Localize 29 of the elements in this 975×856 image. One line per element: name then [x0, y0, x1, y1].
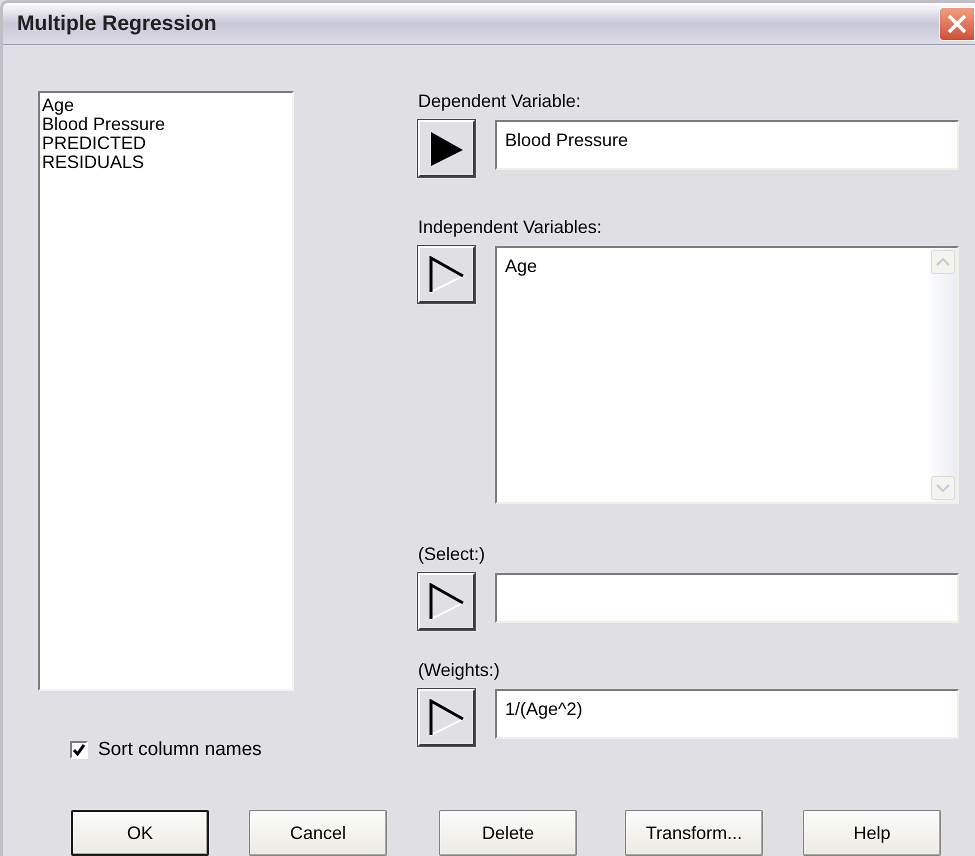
column-name[interactable]: RESIDUALS [42, 153, 290, 172]
column-name[interactable]: PREDICTED [42, 134, 290, 153]
dialog-button[interactable]: Cancel [249, 810, 387, 856]
close-icon [946, 12, 968, 34]
scrollbar[interactable] [929, 248, 957, 502]
checkbox[interactable] [70, 741, 88, 759]
dialog-button[interactable]: Help [803, 810, 941, 856]
add-arrow-button[interactable] [418, 573, 475, 630]
close-button[interactable] [939, 6, 975, 40]
field-label: (Select:) [418, 544, 486, 565]
field-label: Independent Variables: [418, 217, 603, 238]
add-arrow-button[interactable] [418, 246, 475, 303]
dialog-button[interactable]: Delete [439, 810, 577, 856]
scroll-down-icon [936, 484, 950, 492]
field-label: Dependent Variable: [418, 91, 582, 112]
checkbox-label: Sort column names [98, 739, 262, 761]
dialog-button[interactable]: OK [71, 810, 209, 856]
add-arrow-button[interactable] [418, 120, 475, 177]
column-name[interactable]: Blood Pressure [42, 115, 290, 134]
scroll-up-icon [936, 258, 950, 266]
input-field[interactable]: Blood Pressure [495, 120, 959, 170]
field-label: (Weights:) [418, 660, 501, 681]
input-field[interactable] [495, 573, 959, 623]
list-field[interactable]: Age [495, 246, 959, 504]
input-field[interactable]: 1/(Age^2) [495, 689, 959, 739]
column-name[interactable]: Age [42, 96, 290, 115]
dialog-button[interactable]: Transform... [625, 810, 763, 856]
add-arrow-button[interactable] [418, 689, 475, 746]
window-title: Multiple Regression [17, 12, 217, 36]
